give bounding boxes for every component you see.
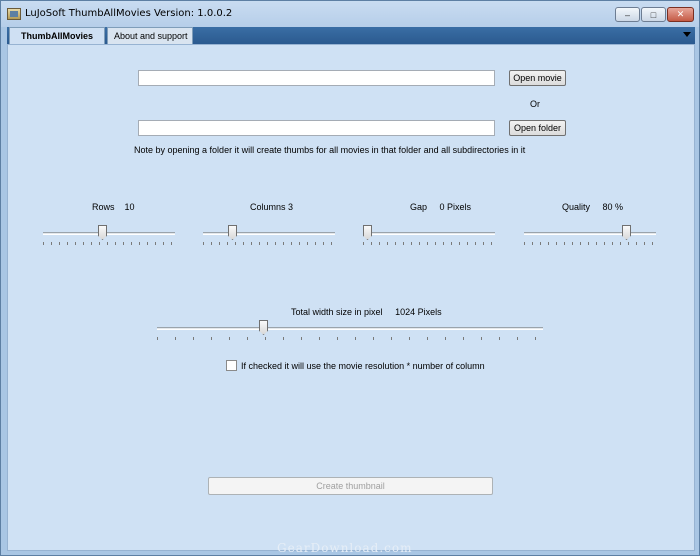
or-label: Or (530, 99, 540, 109)
slider-thumb[interactable] (228, 225, 237, 240)
movie-path-input[interactable] (138, 70, 495, 86)
slider-track (203, 232, 335, 235)
create-thumbnail-button[interactable]: Create thumbnail (208, 477, 493, 495)
app-icon (7, 8, 21, 20)
slider-ticks (43, 242, 175, 245)
quality-label: Quality 80 % (562, 202, 623, 212)
title-bar[interactable]: LuJoSoft ThumbAllMovies Version: 1.0.0.2… (1, 1, 699, 27)
slider-thumb[interactable] (98, 225, 107, 240)
tab-strip: ThumbAllMovies About and support (7, 27, 695, 45)
tab-about-and-support[interactable]: About and support (107, 27, 193, 44)
open-folder-button[interactable]: Open folder (509, 120, 566, 136)
resolution-checkbox[interactable] (226, 360, 237, 371)
resolution-checkbox-label: If checked it will use the movie resolut… (241, 361, 485, 371)
quality-value: 80 % (602, 202, 624, 212)
main-panel: Open movie Or Open folder Note by openin… (7, 44, 695, 551)
slider-track (524, 232, 656, 235)
width-value: 1024 Pixels (395, 307, 442, 317)
rows-label: Rows 10 (92, 202, 135, 212)
minimize-button[interactable]: – (615, 7, 640, 22)
tab-dropdown-icon[interactable] (683, 32, 691, 37)
columns-slider[interactable] (203, 225, 335, 250)
gap-label-text: Gap (410, 202, 428, 212)
tab-thumballmovies[interactable]: ThumbAllMovies (9, 27, 105, 45)
slider-track (363, 232, 495, 235)
minimize-icon: – (624, 9, 630, 20)
close-icon: ✕ (676, 9, 685, 19)
window-title: LuJoSoft ThumbAllMovies Version: 1.0.0.2 (25, 8, 233, 19)
slider-track (157, 327, 543, 330)
slider-ticks (203, 242, 335, 245)
gap-value: 0 Pixels (439, 202, 472, 212)
slider-ticks (524, 242, 656, 245)
rows-label-text: Rows (92, 202, 115, 212)
main-window: LuJoSoft ThumbAllMovies Version: 1.0.0.2… (0, 0, 700, 556)
quality-slider[interactable] (524, 225, 656, 250)
maximize-icon: □ (650, 9, 657, 20)
slider-thumb[interactable] (259, 320, 268, 335)
width-slider[interactable] (157, 320, 543, 345)
width-label: Total width size in pixel 1024 Pixels (291, 307, 442, 317)
folder-path-input[interactable] (138, 120, 495, 136)
close-button[interactable]: ✕ (667, 7, 694, 22)
rows-value: 10 (124, 202, 135, 212)
gap-slider[interactable] (363, 225, 495, 250)
open-movie-button[interactable]: Open movie (509, 70, 566, 86)
folder-note: Note by opening a folder it will create … (134, 145, 526, 155)
columns-label: Columns 3 (250, 202, 294, 212)
slider-ticks (157, 337, 543, 340)
slider-thumb[interactable] (622, 225, 631, 240)
slider-thumb[interactable] (363, 225, 372, 240)
watermark: GearDownload.com (277, 541, 413, 555)
maximize-button[interactable]: □ (641, 7, 666, 22)
width-label-text: Total width size in pixel (291, 307, 383, 317)
rows-slider[interactable] (43, 225, 175, 250)
gap-label: Gap 0 Pixels (410, 202, 471, 212)
slider-track (43, 232, 175, 235)
slider-ticks (363, 242, 495, 245)
quality-label-text: Quality (562, 202, 591, 212)
